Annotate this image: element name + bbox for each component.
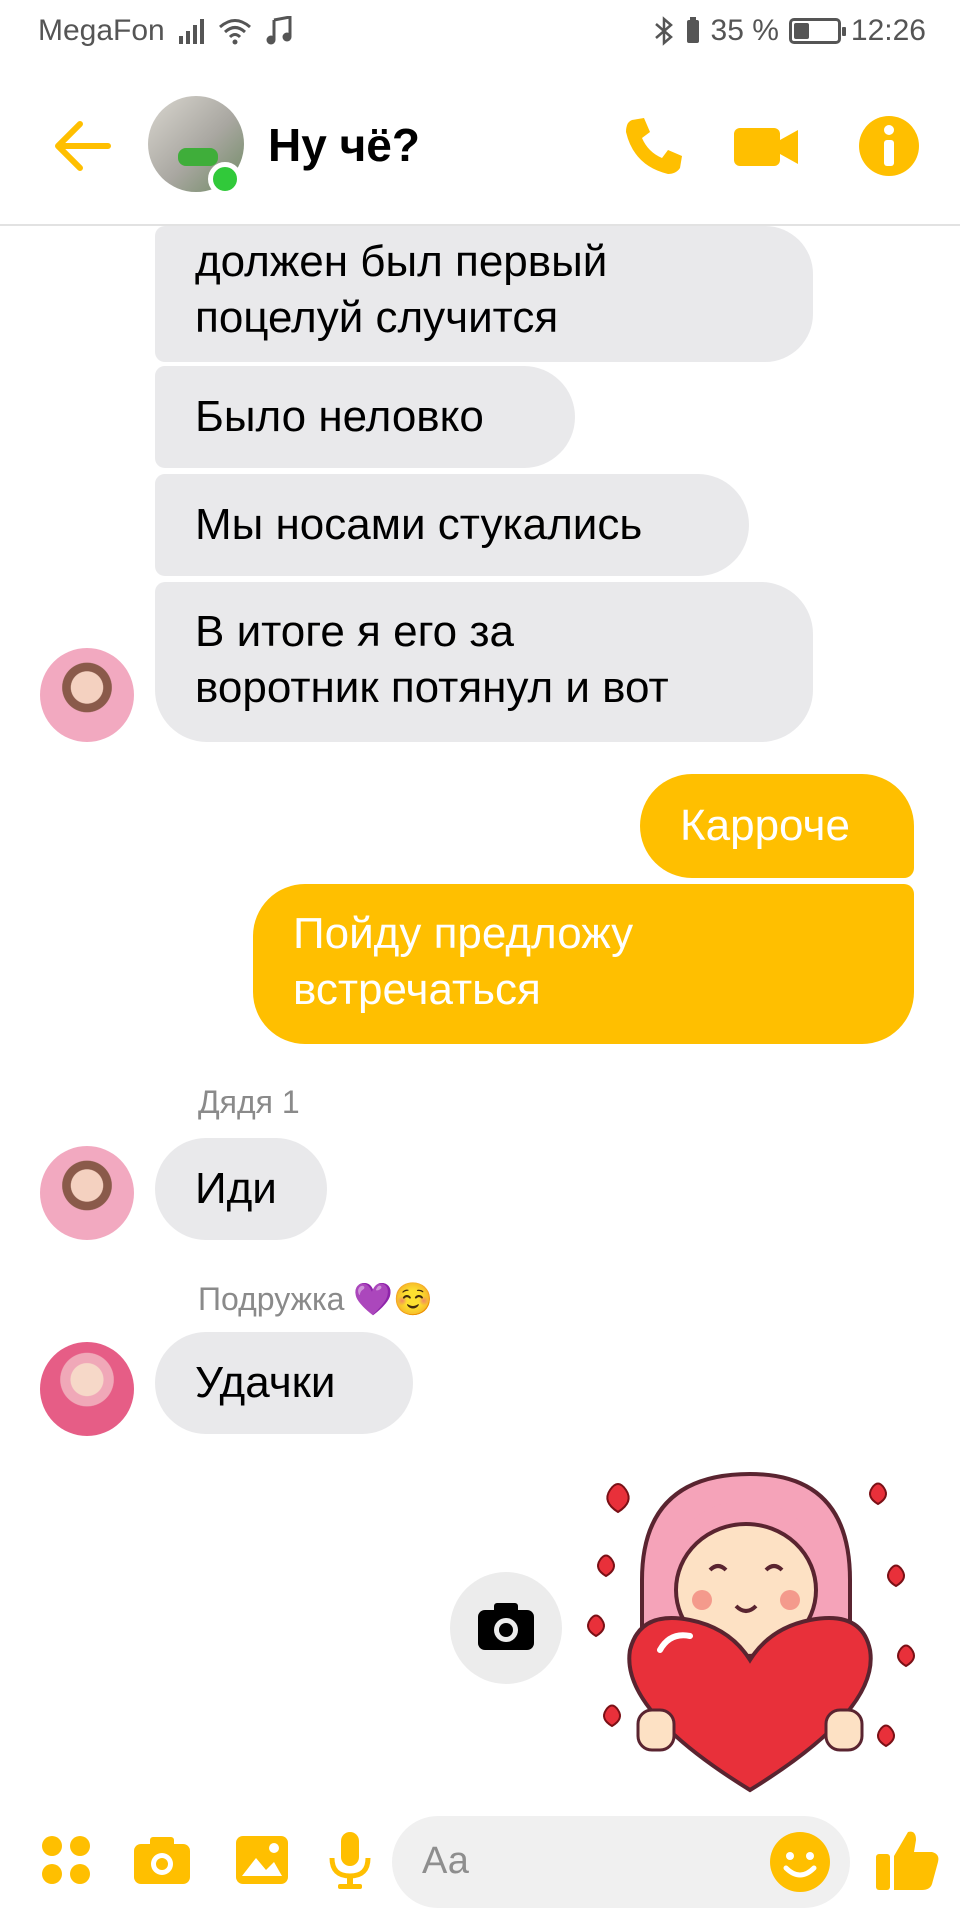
message-text: В итоге я его за [195,607,514,656]
heart-girl-sticker[interactable] [580,1460,920,1800]
message-input-placeholder: Аа [422,1840,469,1882]
gallery-icon[interactable] [230,1828,294,1892]
clock: 12:26 [850,14,926,47]
message-text: Было неловко [195,392,484,441]
sender-avatar[interactable] [40,1342,134,1436]
bluetooth-icon [654,16,673,46]
message-input[interactable]: Аа [392,1816,850,1908]
battery-saver-icon [686,17,699,43]
message-text: поцелуй случится [195,293,559,342]
message-text: воротник потянул и вот [195,663,669,712]
sender-avatar[interactable] [40,1146,134,1240]
video-camera-icon[interactable] [730,110,802,182]
battery-level [793,23,809,39]
message-text: Удачки [195,1358,336,1407]
wifi-icon [218,19,251,45]
back-arrow-icon[interactable] [50,114,114,178]
microphone-icon[interactable] [318,1828,382,1892]
phone-icon[interactable] [618,110,690,182]
message-text: Карроче [680,801,850,850]
message-bubble[interactable]: Пойду предложу встречаться [253,884,914,1044]
message-bubble[interactable]: Карроче [640,774,914,878]
message-text: Мы носами стукались [195,500,643,549]
chat-title[interactable]: Ну чё? [268,118,420,172]
sender-name: Подружка 💜☺️ [198,1281,434,1317]
menu-dots-icon[interactable] [34,1828,98,1892]
emoji-icon[interactable] [768,1830,832,1894]
camera-icon[interactable] [130,1828,194,1892]
message-text: встречаться [293,965,541,1014]
message-composer: Аа [0,1800,960,1920]
message-bubble[interactable]: Было неловко [155,366,575,468]
message-text: должен был первый [195,237,608,286]
sender-avatar[interactable] [40,648,134,742]
music-note-icon [266,16,292,45]
signal-icon [178,18,204,44]
message-bubble[interactable]: Иди [155,1138,327,1240]
chat-screen: MegaFon 35 % 12:26 Ну чё? должен был пер… [0,0,960,1920]
carrier-name: MegaFon [38,14,165,47]
battery-percent: 35 % [710,14,779,47]
message-bubble[interactable]: должен был первый поцелуй случится [155,226,813,362]
message-text: Пойду предложу [293,909,634,958]
sender-name: Дядя 1 [198,1084,300,1120]
thumbs-up-icon[interactable] [872,1824,942,1894]
info-icon[interactable] [853,110,925,182]
message-bubble[interactable]: В итоге я его за воротник потянул и вот [155,582,813,742]
message-bubble[interactable]: Мы носами стукались [155,474,749,576]
status-bar: MegaFon 35 % 12:26 [0,0,960,66]
chat-header: Ну чё? [0,66,960,226]
online-indicator [208,162,242,196]
message-text: Иди [195,1164,277,1213]
camera-shortcut-button[interactable] [450,1572,562,1684]
message-bubble[interactable]: Удачки [155,1332,413,1434]
battery-icon [788,18,846,44]
camera-icon [478,1603,534,1650]
